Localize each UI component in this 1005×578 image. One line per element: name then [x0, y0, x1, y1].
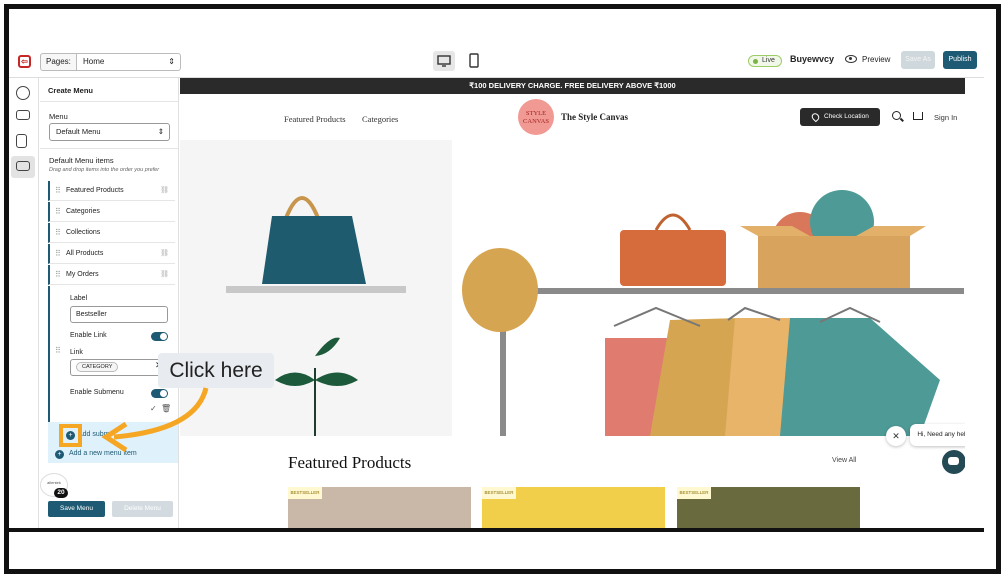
- menu-item-my-orders[interactable]: ⠿ My Orders ⛓: [48, 265, 175, 285]
- menu-item-collections[interactable]: ⠿ Collections: [48, 223, 175, 243]
- menu-items-title: Default Menu items: [49, 156, 114, 165]
- link-icon: ⛓: [160, 271, 169, 278]
- drag-handle-icon[interactable]: ⠿: [55, 265, 61, 285]
- divider: [40, 101, 178, 102]
- add-submenu-button[interactable]: Add subm: [78, 431, 110, 438]
- chat-greeting-bubble: Hi, Need any help?: [910, 424, 965, 446]
- store-brand-name: The Style Canvas: [561, 112, 629, 122]
- menu-item-label: Categories: [66, 208, 100, 215]
- link-icon: ⛓: [160, 187, 169, 194]
- bestseller-badge: BESTSELLER: [482, 487, 516, 499]
- desktop-view-button[interactable]: [433, 51, 455, 71]
- trash-icon[interactable]: 🗑: [161, 404, 171, 413]
- view-all-link[interactable]: View All: [832, 457, 856, 464]
- preview-button[interactable]: Preview: [862, 55, 890, 64]
- storefront-preview: ₹100 DELIVERY CHARGE. FREE DELIVERY ABOV…: [180, 78, 965, 528]
- save-menu-button[interactable]: Save Menu: [48, 501, 105, 517]
- enable-submenu-label: Enable Submenu: [70, 389, 124, 396]
- divider: [40, 148, 178, 149]
- add-new-menu-item-button[interactable]: Add a new menu item: [69, 450, 137, 457]
- sign-in-link[interactable]: Sign In: [934, 113, 957, 122]
- editor-window: ⇦ Pages: Home ⇕ Live Buyewvcy Preview Sa…: [9, 44, 984, 532]
- menu-item-editor: Label Bestseller Enable Link ⠿ Link CATE…: [48, 286, 175, 431]
- eye-icon[interactable]: [845, 55, 857, 63]
- notification-count-badge: 20: [54, 488, 68, 498]
- drag-handle-icon[interactable]: ⠿: [55, 181, 61, 201]
- menu-field-label: Menu: [49, 112, 68, 121]
- chevron-updown-icon: ⇕: [168, 57, 175, 66]
- layout-icon[interactable]: [16, 110, 30, 120]
- store-name: Buyewvcy: [790, 54, 835, 64]
- live-status-badge: Live: [748, 55, 782, 67]
- bestseller-badge: BESTSELLER: [677, 487, 711, 499]
- enable-submenu-toggle[interactable]: [151, 389, 168, 398]
- menu-item-label: Featured Products: [66, 187, 124, 194]
- create-menu-panel: Create Menu Menu Default Menu ⇕ Default …: [40, 78, 179, 528]
- menu-items-hint: Drag and drop items into the order you p…: [49, 167, 160, 173]
- hero-banner-image: [180, 140, 965, 436]
- plus-circle-icon[interactable]: +: [55, 450, 64, 459]
- publish-button[interactable]: Publish: [943, 51, 977, 69]
- nav-link-featured-products[interactable]: Featured Products: [284, 114, 346, 124]
- drag-handle-icon[interactable]: ⠿: [55, 223, 61, 243]
- check-location-button[interactable]: Check Location: [800, 108, 880, 126]
- chat-icon[interactable]: [942, 450, 965, 474]
- pages-select-value: Home: [83, 57, 105, 66]
- app-logo-icon[interactable]: ⇦: [18, 55, 31, 68]
- drag-handle-icon[interactable]: ⠿: [55, 202, 61, 222]
- enable-link-label: Enable Link: [70, 332, 107, 339]
- drag-handle-icon[interactable]: ⠿: [55, 346, 61, 355]
- label-input[interactable]: Bestseller: [70, 306, 168, 323]
- chevron-updown-icon: ⇕: [157, 127, 164, 136]
- desktop-icon: [437, 55, 451, 67]
- pages-icon[interactable]: [16, 134, 27, 148]
- panel-title: Create Menu: [48, 86, 94, 95]
- menu-item-label: All Products: [66, 250, 104, 257]
- enable-link-toggle[interactable]: [151, 332, 168, 341]
- bestseller-badge: BESTSELLER: [288, 487, 322, 499]
- menu-item-label: My Orders: [66, 271, 99, 278]
- pages-select[interactable]: Home ⇕: [76, 53, 181, 71]
- promo-banner: ₹100 DELIVERY CHARGE. FREE DELIVERY ABOV…: [180, 78, 965, 94]
- store-logo[interactable]: STYLE CANVAS: [518, 99, 554, 135]
- menu-select[interactable]: Default Menu ⇕: [49, 123, 170, 141]
- menu-icon[interactable]: [16, 161, 30, 171]
- label-field-label: Label: [70, 295, 88, 302]
- menu-item-label: Collections: [66, 229, 101, 236]
- save-as-button[interactable]: Save As: [901, 51, 935, 69]
- product-card[interactable]: BESTSELLER: [288, 487, 471, 528]
- nav-link-categories[interactable]: Categories: [362, 114, 398, 124]
- menu-item-featured-products[interactable]: ⠿ Featured Products ⛓: [48, 181, 175, 201]
- palette-icon[interactable]: [16, 86, 30, 100]
- menu-select-value: Default Menu: [56, 127, 101, 136]
- search-icon[interactable]: [892, 111, 901, 120]
- delete-menu-button[interactable]: Delete Menu: [112, 501, 173, 517]
- category-chip: CATEGORY: [76, 362, 119, 372]
- pages-label: Pages:: [40, 53, 77, 71]
- mobile-icon: [469, 53, 479, 68]
- product-card[interactable]: BESTSELLER: [677, 487, 860, 528]
- check-icon[interactable]: ✓: [150, 404, 157, 413]
- link-field-label: Link: [70, 349, 83, 356]
- menu-item-all-products[interactable]: ⠿ All Products ⛓: [48, 244, 175, 264]
- featured-products-heading: Featured Products: [288, 453, 412, 472]
- sidebar-rail: ?: [9, 78, 39, 528]
- drag-handle-icon[interactable]: ⠿: [55, 244, 61, 264]
- cart-icon[interactable]: [913, 112, 923, 120]
- menu-item-categories[interactable]: ⠿ Categories: [48, 202, 175, 222]
- mobile-view-button[interactable]: [466, 51, 482, 71]
- link-icon: ⛓: [160, 250, 169, 257]
- close-icon[interactable]: ✕: [886, 426, 906, 446]
- click-here-callout: Click here: [158, 353, 274, 388]
- highlight-box: [59, 424, 82, 447]
- product-card[interactable]: BESTSELLER: [482, 487, 665, 528]
- top-toolbar: ⇦ Pages: Home ⇕ Live Buyewvcy Preview Sa…: [9, 44, 984, 78]
